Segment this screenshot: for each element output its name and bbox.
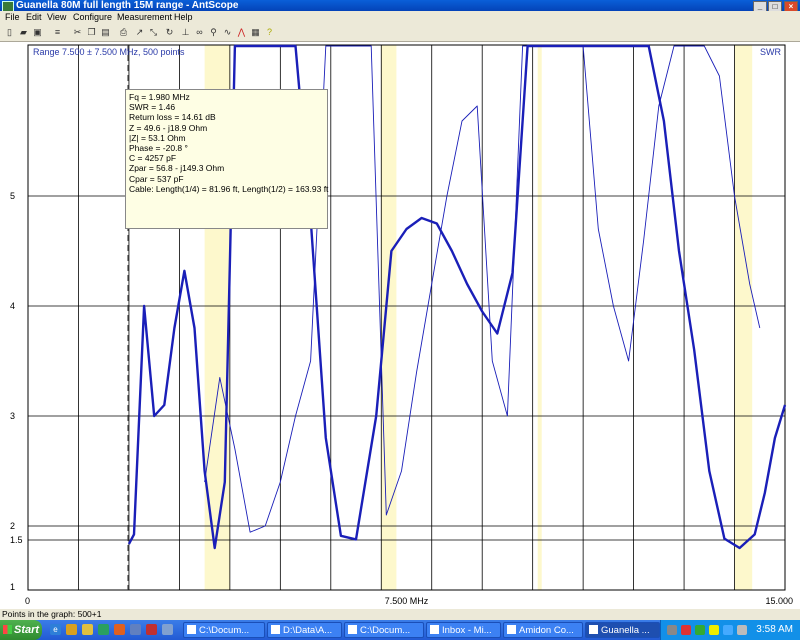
browser-icon [507, 625, 516, 634]
system-tray: 3:58 AM [660, 620, 800, 640]
task-label: D:\Data\A... [283, 625, 333, 636]
mail-icon[interactable] [82, 624, 93, 635]
info-cpar: Cpar = 537 pF [129, 173, 184, 184]
folder-icon [187, 625, 196, 634]
toolbar: ▯ ▰ ▣ ≡ ✂ ❐ ▤ ⎙ ↗ ⤡ ↻ ⊥ ∞ ⚲ ∿ ⋀ ▦ ? [0, 25, 800, 42]
measure-icon[interactable]: ⊥ [180, 27, 191, 38]
title-bar[interactable]: Guanella 80M full length 15M range - Ant… [0, 0, 800, 12]
props-icon[interactable]: ≡ [52, 27, 63, 38]
y-tick-label: 3 [10, 411, 15, 421]
y-tick-label: 4 [10, 301, 15, 311]
task-guanella-antscope[interactable]: Guanella ... [585, 622, 660, 638]
new-icon[interactable]: ▯ [4, 27, 15, 38]
help-icon[interactable]: ? [264, 27, 275, 38]
media-icon[interactable] [98, 624, 109, 635]
info-capacitance: C = 4257 pF [129, 153, 177, 164]
app-icon[interactable] [146, 624, 157, 635]
network-icon[interactable] [667, 625, 677, 635]
info-phase: Phase = -20.8 ° [129, 143, 188, 154]
y-tick-label: 5 [10, 191, 15, 201]
info-cable-length: Cable: Length(1/4) = 81.96 ft, Length(1/… [129, 183, 329, 194]
menu-help[interactable]: Help [174, 12, 193, 22]
x-tick-label: 0 [25, 596, 30, 606]
x-tick-label: 15.000 [765, 596, 793, 606]
desktop-icon[interactable] [130, 624, 141, 635]
x-tick-label: 7.500 MHz [385, 596, 429, 606]
window-title: Guanella 80M full length 15M range - Ant… [16, 0, 239, 11]
info-zpar: Zpar = 56.8 - j149.3 Ohm [129, 163, 225, 174]
swr-chart[interactable]: 5 4 3 2 1.5 1 0 7.500 MHz 15.000 Range 7.500 ± 7… [0, 42, 800, 609]
task-amidon[interactable]: Amidon Co... [503, 622, 583, 638]
ham-band-highlight [537, 45, 542, 590]
loop-icon[interactable]: ∞ [194, 27, 205, 38]
filter-icon[interactable]: ⚲ [208, 27, 219, 38]
task-documents-1[interactable]: C:\Docum... [183, 622, 265, 638]
chart-svg: 5 4 3 2 1.5 10 7.500 MHz 15.000 [10, 44, 793, 606]
status-bar: Points in the graph: 500+1 [0, 609, 800, 620]
menu-file[interactable]: File [5, 12, 20, 22]
task-label: Amidon Co... [519, 625, 574, 636]
menu-measurement[interactable]: Measurement [117, 12, 172, 22]
freq-icon[interactable]: ∿ [222, 27, 233, 38]
measurement-info-box: Fq = 1.980 MHz SWR = 1.46 Return loss = … [125, 89, 328, 229]
chart-icon[interactable]: ⋀ [236, 27, 247, 38]
info-impedance: Z = 49.6 - j18.9 Ohm [129, 122, 208, 133]
windows-flag-icon [3, 625, 12, 634]
volume-icon[interactable] [723, 625, 733, 635]
y-tick-label: 2 [10, 521, 15, 531]
usb-icon[interactable] [737, 625, 747, 635]
task-label: C:\Docum... [199, 625, 250, 636]
taskbar: Start e C:\Docum... D:\Data\A... C:\Docu… [0, 620, 800, 640]
task-data-folder[interactable]: D:\Data\A... [267, 622, 342, 638]
list-icon[interactable]: ▦ [250, 27, 261, 38]
antscope-icon [589, 625, 598, 634]
antivirus-icon[interactable] [681, 625, 691, 635]
info-impedance-magnitude: |Z| = 53.1 Ohm [129, 132, 186, 143]
menu-bar: File Edit View Configure Measurement Hel… [0, 11, 800, 25]
refresh-icon[interactable]: ↻ [164, 27, 175, 38]
menu-view[interactable]: View [47, 12, 66, 22]
start-label: Start [14, 624, 40, 636]
y-tick-label: 1.5 [10, 535, 23, 545]
paste-icon[interactable]: ▤ [100, 27, 111, 38]
firefox-icon[interactable] [114, 624, 125, 635]
mail-icon [430, 625, 439, 634]
task-inbox[interactable]: Inbox - Mi... [426, 622, 501, 638]
info-frequency: Fq = 1.980 MHz [129, 92, 190, 102]
info-return-loss: Return loss = 14.61 dB [129, 112, 216, 123]
update-icon[interactable] [695, 625, 705, 635]
open-icon[interactable]: ▰ [18, 27, 29, 38]
scan-icon[interactable]: ↗ [134, 27, 145, 38]
save-icon[interactable]: ▣ [32, 27, 43, 38]
print-icon[interactable]: ⎙ [118, 27, 129, 38]
task-label: C:\Docum... [360, 625, 411, 636]
y-tick-label: 1 [10, 582, 15, 592]
security-icon[interactable] [709, 625, 719, 635]
folder-icon [271, 625, 280, 634]
folder-icon [348, 625, 357, 634]
cut-icon[interactable]: ✂ [72, 27, 83, 38]
ie-icon[interactable]: e [50, 624, 61, 635]
menu-edit[interactable]: Edit [26, 12, 42, 22]
info-swr: SWR = 1.46 [129, 102, 176, 113]
menu-configure[interactable]: Configure [73, 12, 112, 22]
clock: 3:58 AM [756, 624, 793, 635]
task-label: Inbox - Mi... [442, 625, 492, 636]
copy-icon[interactable]: ❐ [86, 27, 97, 38]
task-label: Guanella ... [601, 625, 650, 636]
status-text: Points in the graph: 500+1 [2, 609, 102, 619]
zoom-icon[interactable]: ⤡ [148, 27, 159, 38]
task-documents-2[interactable]: C:\Docum... [344, 622, 424, 638]
explorer-icon[interactable] [162, 624, 173, 635]
range-label: Range 7.500 ± 7.500 MHz, 500 points [33, 47, 185, 57]
folder-icon[interactable] [66, 624, 77, 635]
ham-band-highlight [734, 45, 753, 590]
start-button[interactable]: Start [0, 620, 42, 640]
y-axis-title: SWR [760, 47, 781, 57]
